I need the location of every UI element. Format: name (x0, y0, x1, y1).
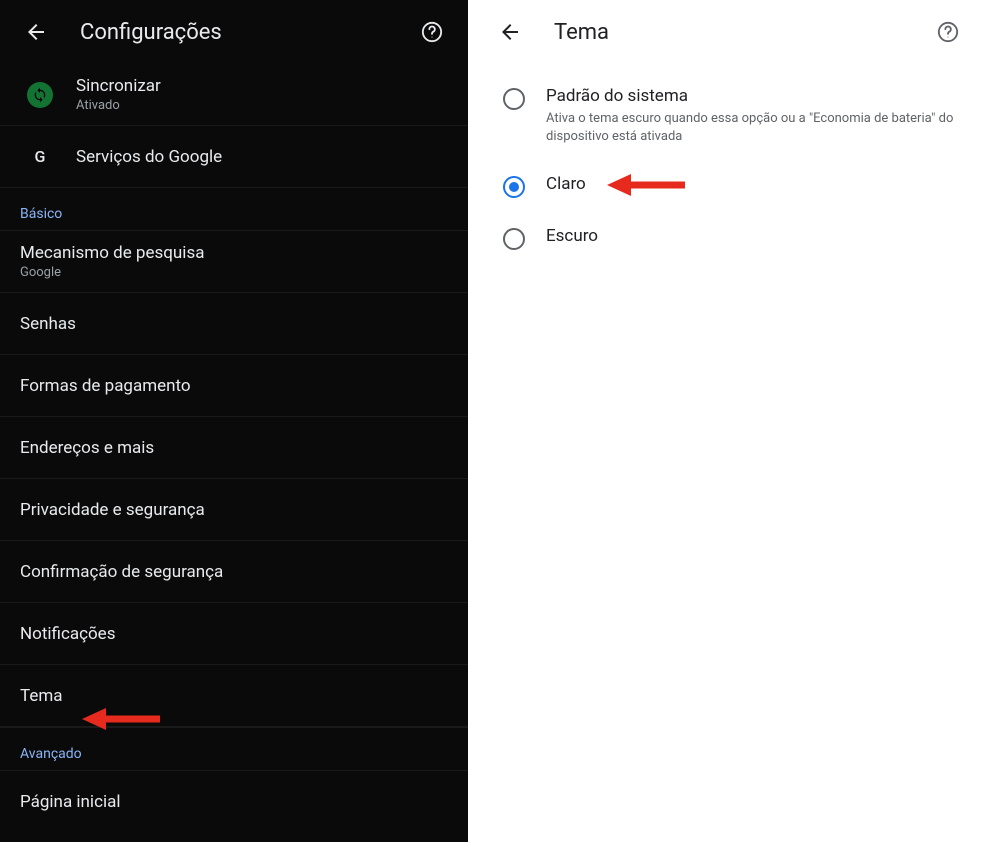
settings-item-homepage[interactable]: Página inicial (0, 771, 468, 833)
settings-item-addresses[interactable]: Endereços e mais (0, 417, 468, 479)
theme-option-system[interactable]: Padrão do sistema Ativa o tema escuro qu… (474, 72, 984, 160)
settings-item-sync[interactable]: Sincronizar Ativado (0, 64, 468, 126)
notifications-label: Notificações (20, 624, 448, 644)
addresses-label: Endereços e mais (20, 438, 448, 458)
privacy-label: Privacidade e segurança (20, 500, 448, 520)
arrow-back-icon (24, 20, 48, 44)
theme-radio-list: Padrão do sistema Ativa o tema escuro qu… (474, 64, 984, 272)
google-g-icon: G (30, 147, 50, 167)
radio-unchecked-icon (503, 228, 525, 250)
theme-header: Tema (474, 0, 984, 64)
security-confirm-label: Confirmação de segurança (20, 562, 448, 582)
settings-item-search-engine[interactable]: Mecanismo de pesquisa Google (0, 231, 468, 293)
settings-item-google-services[interactable]: G Serviços do Google (0, 126, 468, 188)
back-button[interactable] (16, 12, 56, 52)
search-engine-sub: Google (20, 265, 448, 280)
help-button[interactable] (412, 12, 452, 52)
theme-option-dark[interactable]: Escuro (474, 212, 984, 264)
passwords-label: Senhas (20, 314, 448, 334)
sync-sub: Ativado (76, 98, 448, 113)
theme-label: Tema (20, 686, 448, 706)
sync-label: Sincronizar (76, 76, 448, 96)
help-button[interactable] (928, 12, 968, 52)
theme-system-label: Padrão do sistema (546, 86, 964, 106)
section-basic: Básico (0, 188, 468, 231)
homepage-label: Página inicial (20, 792, 448, 812)
help-icon (421, 21, 443, 43)
radio-checked-icon (503, 176, 525, 198)
theme-option-light[interactable]: Claro (474, 160, 984, 212)
settings-item-payment[interactable]: Formas de pagamento (0, 355, 468, 417)
settings-title: Configurações (80, 20, 412, 45)
settings-item-security-confirm[interactable]: Confirmação de segurança (0, 541, 468, 603)
settings-panel: Configurações Sincronizar Ativado G Serv… (0, 0, 468, 842)
sync-icon-slot (20, 82, 60, 108)
settings-item-notifications[interactable]: Notificações (0, 603, 468, 665)
payment-label: Formas de pagamento (20, 376, 448, 396)
settings-item-privacy[interactable]: Privacidade e segurança (0, 479, 468, 541)
search-engine-label: Mecanismo de pesquisa (20, 243, 448, 263)
radio-unchecked-icon (503, 88, 525, 110)
theme-panel: Tema Padrão do sistema Ativa o tema escu… (474, 0, 984, 842)
google-services-label: Serviços do Google (76, 147, 448, 167)
theme-system-desc: Ativa o tema escuro quando essa opção ou… (546, 110, 964, 146)
help-icon (937, 21, 959, 43)
back-button[interactable] (490, 12, 530, 52)
settings-item-passwords[interactable]: Senhas (0, 293, 468, 355)
theme-dark-label: Escuro (546, 226, 964, 246)
arrow-back-icon (498, 20, 522, 44)
settings-header: Configurações (0, 0, 468, 64)
settings-item-theme[interactable]: Tema (0, 665, 468, 727)
theme-title: Tema (554, 20, 928, 45)
section-advanced: Avançado (0, 727, 468, 771)
theme-light-label: Claro (546, 174, 964, 194)
sync-icon (27, 82, 53, 108)
google-icon-slot: G (20, 147, 60, 167)
